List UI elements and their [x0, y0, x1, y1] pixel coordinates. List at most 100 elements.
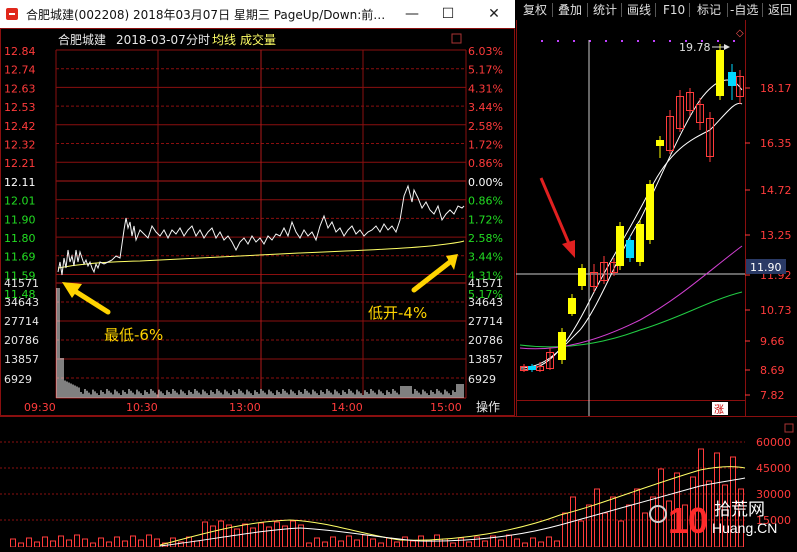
signal-dot [557, 40, 559, 42]
daily-volume-bar [354, 539, 360, 547]
daily-volume-bar [194, 540, 200, 547]
daily-volume-bar [554, 540, 560, 547]
candle-body [728, 72, 736, 86]
daily-volume-bar [210, 525, 216, 547]
daily-volume-bar [634, 488, 640, 547]
daily-volume-bar [34, 541, 40, 547]
daily-volume-bar [338, 540, 344, 547]
volume-axis-tick: 60000 [756, 436, 791, 449]
daily-volume-bar [458, 537, 464, 547]
daily-volume-bar [642, 512, 648, 547]
daily-kline-chart[interactable]: 19.78 ◇ 18.1716.3514.7213.2511.9210.739.… [0, 0, 797, 547]
daily-volume-bar [514, 538, 520, 547]
daily-volume-bar [266, 526, 272, 547]
daily-volume-bar [322, 541, 328, 547]
daily-volume-bar [370, 538, 376, 547]
daily-price-tick: 9.66 [760, 335, 785, 348]
daily-volume-bar [546, 536, 552, 547]
volume-axis-tick: 45000 [756, 462, 791, 475]
diamond-icon: ◇ [736, 28, 744, 39]
current-price-label: 11.90 [750, 261, 782, 274]
daily-volume-bar [66, 539, 72, 547]
daily-volume-bar [626, 504, 632, 547]
daily-price-axis: 18.1716.3514.7213.2511.9210.739.668.697.… [745, 82, 792, 402]
watermark: 10 拾荒网 Huang.CN [648, 497, 797, 552]
signal-dot [637, 40, 639, 42]
candle-body [636, 224, 644, 262]
daily-volume-bar [306, 542, 312, 547]
daily-volume-bar [450, 542, 456, 547]
volume-expand-icon[interactable] [784, 423, 794, 433]
daily-volume-bar [10, 538, 16, 547]
daily-price-tick: 10.73 [760, 304, 792, 317]
daily-volume-bar [442, 538, 448, 547]
candle-body [568, 298, 576, 314]
daily-volume-bar [106, 541, 112, 547]
daily-price-tick: 16.35 [760, 137, 792, 150]
watermark-domain: Huang.CN [712, 520, 777, 536]
signal-dot [573, 40, 575, 42]
daily-volume-bar [258, 522, 264, 547]
daily-volume-bar [522, 542, 528, 547]
daily-volume-bar [482, 540, 488, 547]
wechat-icon [649, 505, 667, 523]
daily-volume-bar [466, 541, 472, 547]
daily-volume-bar [578, 520, 584, 547]
daily-volume-bar [330, 536, 336, 547]
daily-volume-bar [410, 540, 416, 547]
daily-volume-bar [618, 520, 624, 547]
daily-price-tick: 18.17 [760, 82, 792, 95]
daily-volume-bar [386, 537, 392, 547]
signal-dot [733, 40, 735, 42]
signal-dot [653, 40, 655, 42]
ma-line-green [519, 291, 743, 348]
signal-dot [541, 40, 543, 42]
daily-volume-bar [50, 540, 56, 547]
daily-volume-bar [42, 536, 48, 547]
daily-volume-bars [10, 448, 744, 547]
candle-body [578, 268, 586, 286]
daily-volume-bar [250, 527, 256, 547]
daily-volume-bar [290, 520, 296, 547]
daily-volume-bar [610, 496, 616, 547]
daily-volume-bar [586, 504, 592, 547]
daily-volume-bar [154, 538, 160, 547]
daily-volume-bar [530, 537, 536, 547]
watermark-brand: 10 [668, 500, 708, 541]
signal-dot [621, 40, 623, 42]
watermark-site: 拾荒网 [714, 500, 765, 520]
daily-volume-bar [346, 535, 352, 547]
candle-body [616, 226, 624, 266]
signal-dot [605, 40, 607, 42]
high-price-label: 19.78 [679, 41, 711, 54]
candle-body [626, 240, 634, 258]
daily-price-tick: 14.72 [760, 184, 792, 197]
daily-volume-bar [594, 488, 600, 547]
daily-volume-bar [122, 540, 128, 547]
daily-volume-bar [506, 534, 512, 547]
daily-volume-bar [378, 542, 384, 547]
daily-volume-bar [98, 537, 104, 547]
daily-volume-bar [74, 534, 80, 547]
daily-volume-bar [90, 542, 96, 547]
daily-volume-bar [602, 512, 608, 547]
daily-volume-bar [402, 536, 408, 547]
daily-volume-bar [26, 537, 32, 547]
daily-volume-bar [394, 541, 400, 547]
candle-body [528, 366, 536, 370]
signal-dot [669, 40, 671, 42]
daily-volume-bar [130, 535, 136, 547]
daily-volume-bar [138, 539, 144, 547]
daily-volume-bar [474, 536, 480, 547]
signal-arrow-line [539, 177, 572, 247]
candle-body [716, 50, 724, 96]
daily-volume-bar [114, 536, 120, 547]
daily-volume-bar [18, 542, 24, 547]
volume-grid [0, 441, 745, 521]
daily-volume-bar [274, 521, 280, 547]
zhang-label: 涨 [714, 404, 724, 416]
daily-volume-bar [562, 512, 568, 547]
signal-dot [717, 40, 719, 42]
daily-volume-bar [362, 534, 368, 547]
daily-volume-bar [498, 539, 504, 547]
